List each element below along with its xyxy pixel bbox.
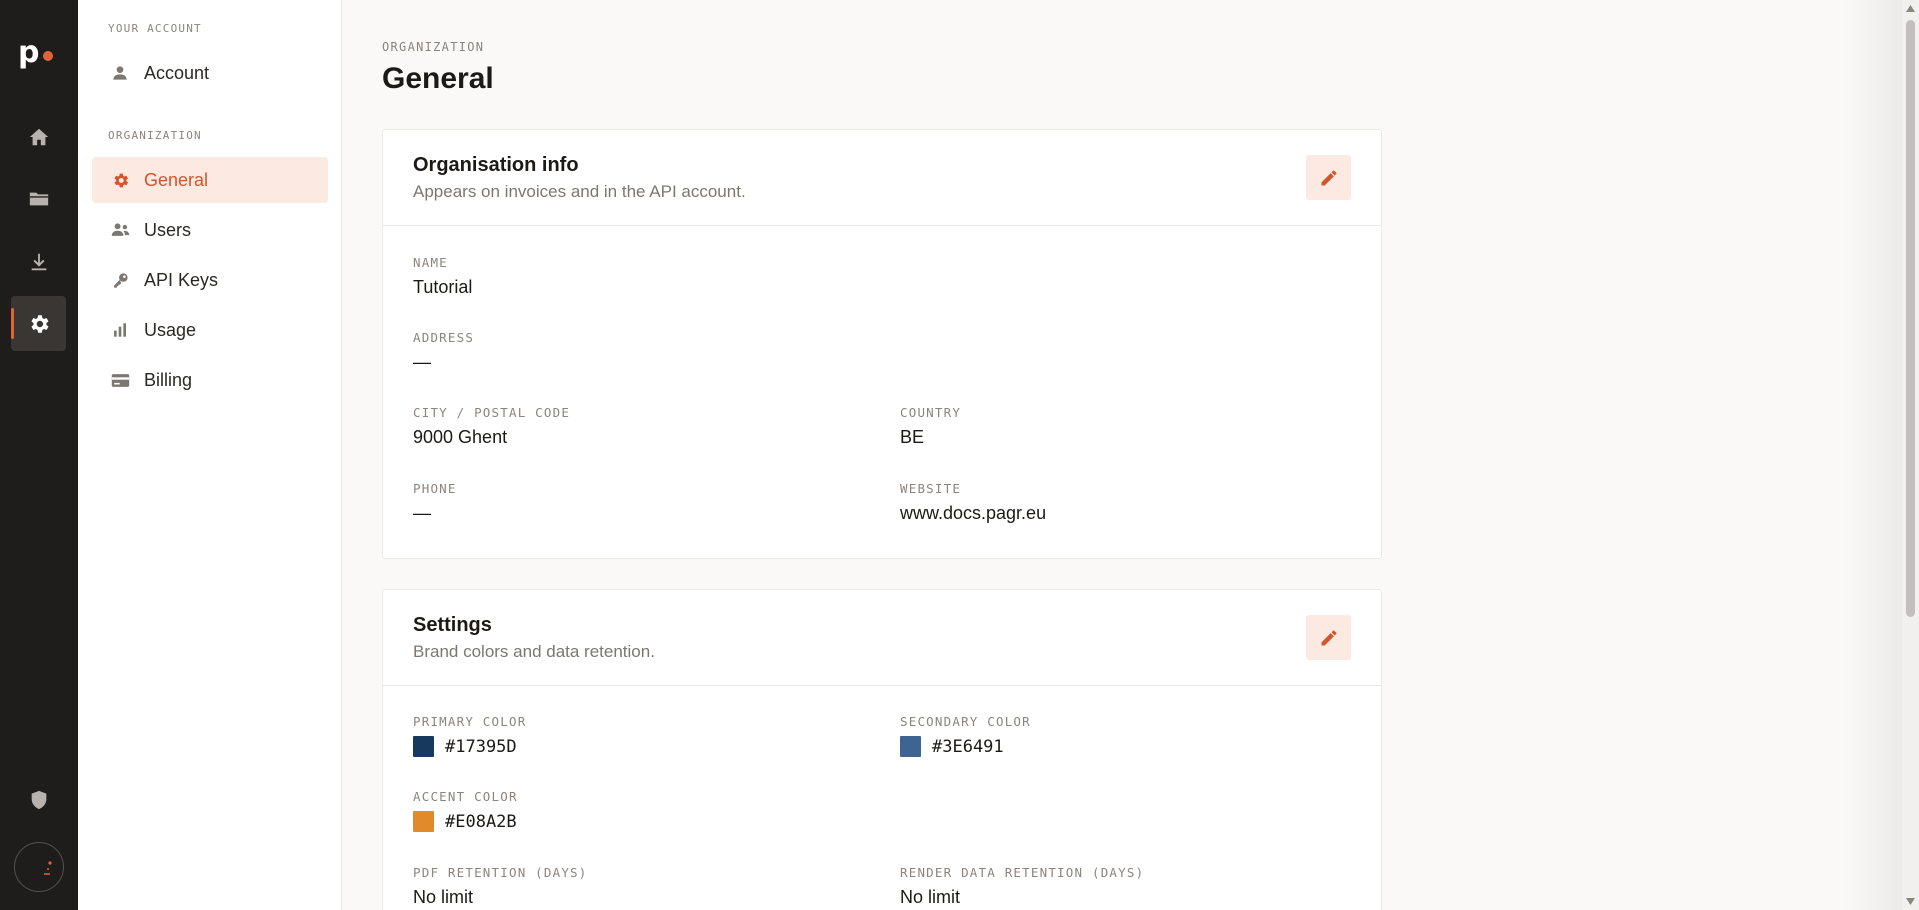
card-subtitle: Appears on invoices and in the API accou… [413, 182, 746, 201]
download-icon[interactable] [11, 234, 66, 289]
card-title: Organisation info [413, 154, 579, 176]
pencil-icon [1321, 170, 1336, 185]
accent-color-swatch [413, 811, 434, 832]
edit-organisation-button[interactable] [1306, 155, 1351, 200]
pagr-logo[interactable]: p [18, 35, 62, 72]
section-label-organization: ORGANIZATION [108, 129, 202, 142]
field-country: COUNTRY BE [900, 405, 962, 447]
settings-sidebar: YOUR ACCOUNT Account ORGANIZATION Genera… [78, 0, 342, 910]
gear-icon [110, 170, 130, 190]
secondary-color-swatch [900, 736, 921, 757]
sidebar-item-label: Usage [144, 319, 197, 340]
sidebar-item-usage[interactable]: Usage [92, 307, 328, 353]
field-accent-color: ACCENT COLOR #E08A2B [413, 789, 518, 832]
user-avatar[interactable] [14, 842, 64, 892]
settings-icon[interactable] [11, 296, 66, 351]
card-subtitle: Brand colors and data retention. [413, 642, 655, 661]
organisation-info-card: Organisation info Appears on invoices an… [382, 129, 1382, 559]
field-phone: PHONE — [413, 481, 457, 523]
card-header: Organisation info Appears on invoices an… [383, 130, 1381, 226]
svg-text:p: p [18, 36, 39, 70]
field-website: WEBSITE www.docs.pagr.eu [900, 481, 1047, 523]
sidebar-item-label: Account [144, 62, 210, 83]
page-scrollbar[interactable] [1902, 0, 1919, 910]
scroll-thumb[interactable] [1906, 20, 1915, 617]
app-rail: p [0, 0, 78, 910]
sidebar-item-label: Billing [144, 369, 193, 390]
field-name: NAME Tutorial [413, 255, 473, 297]
bar-chart-icon [110, 320, 130, 340]
field-address: ADDRESS — [413, 330, 475, 372]
scroll-down-icon[interactable] [1905, 896, 1916, 906]
pencil-icon [1321, 630, 1336, 645]
breadcrumb: ORGANIZATION [382, 40, 485, 54]
settings-card: Settings Brand colors and data retention… [382, 589, 1382, 910]
key-icon [110, 270, 130, 290]
field-city-postal: CITY / POSTAL CODE 9000 Ghent [413, 405, 571, 447]
sidebar-item-api-keys[interactable]: API Keys [92, 257, 328, 303]
field-primary-color: PRIMARY COLOR #17395D [413, 714, 527, 757]
users-icon [110, 220, 130, 240]
folder-icon[interactable] [11, 171, 66, 226]
section-label-your-account: YOUR ACCOUNT [108, 22, 202, 35]
sidebar-item-users[interactable]: Users [92, 207, 328, 253]
person-icon [110, 63, 130, 83]
field-secondary-color: SECONDARY COLOR #3E6491 [900, 714, 1031, 757]
edit-settings-button[interactable] [1306, 615, 1351, 660]
page-title: General [382, 62, 494, 95]
sidebar-item-label: General [144, 169, 209, 190]
sidebar-item-label: API Keys [144, 269, 219, 290]
scroll-up-icon[interactable] [1905, 4, 1916, 14]
sidebar-item-billing[interactable]: Billing [92, 357, 328, 403]
field-pdf-retention: PDF RETENTION (DAYS) No limit [413, 865, 588, 907]
shield-icon[interactable] [11, 772, 66, 827]
sidebar-item-label: Users [144, 219, 192, 240]
home-icon[interactable] [11, 109, 66, 164]
primary-color-swatch [413, 736, 434, 757]
sidebar-item-general[interactable]: General [92, 157, 328, 203]
sidebar-item-account[interactable]: Account [92, 50, 328, 96]
edge-shadow [1842, 0, 1902, 910]
card-title: Settings [413, 614, 492, 636]
field-render-retention: RENDER DATA RETENTION (DAYS) No limit [900, 865, 1145, 907]
credit-card-icon [110, 370, 130, 390]
card-header: Settings Brand colors and data retention… [383, 590, 1381, 686]
